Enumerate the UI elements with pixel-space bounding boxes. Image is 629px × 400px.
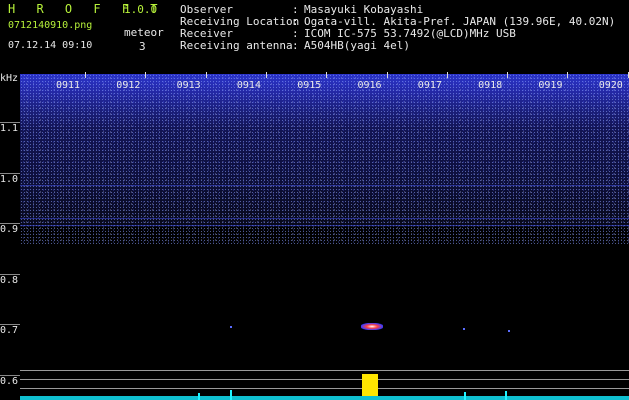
time-tick xyxy=(205,72,207,78)
time-tick xyxy=(85,72,86,78)
time-tick xyxy=(507,72,509,78)
frequency-label: 1.1 xyxy=(0,123,19,134)
meteor-echo xyxy=(361,323,383,330)
meteor-count: 3 xyxy=(139,40,146,53)
app-version: 1.0.0 xyxy=(124,3,158,16)
time-tick xyxy=(386,72,388,78)
signal-spike xyxy=(464,392,466,400)
frequency-tick xyxy=(0,324,20,325)
frequency-label: 1.0 xyxy=(0,173,19,185)
observer-value: Masayuki Kobayashi xyxy=(304,3,424,16)
time-label: 0917 xyxy=(417,80,442,91)
time-tick xyxy=(145,72,147,78)
signal-spike xyxy=(505,391,507,400)
frequency-label: 0.7 xyxy=(0,325,19,336)
meteor-trace xyxy=(230,326,232,328)
frequency-tick xyxy=(0,122,20,123)
time-tick xyxy=(265,72,267,78)
signal-baseline xyxy=(20,396,629,400)
receiver-value: ICOM IC-575 53.7492(@LCD)MHz USB xyxy=(304,27,516,40)
antenna-label: Receiving antenna xyxy=(180,39,293,52)
level-line xyxy=(20,379,629,380)
capture-filename: 0712140910.png xyxy=(8,20,93,31)
antenna-colon: : xyxy=(292,39,299,52)
time-label: 0911 xyxy=(56,80,81,91)
time-tick xyxy=(326,72,328,78)
meteor-label: meteor xyxy=(124,26,164,39)
time-tick xyxy=(567,72,569,78)
location-label: Receiving Location xyxy=(180,15,300,28)
capture-datetime: 07.12.14 09:10 xyxy=(8,40,93,51)
antenna-value: A504HB(yagi 4el) xyxy=(304,39,410,52)
time-label: 0912 xyxy=(116,80,141,91)
y-axis-unit: kHz xyxy=(0,73,19,84)
time-label: 0915 xyxy=(297,80,322,91)
level-line xyxy=(20,388,629,389)
spectrogram xyxy=(20,72,629,400)
time-label: 0918 xyxy=(478,80,503,91)
meteor-trace xyxy=(508,330,510,332)
time-label: 0920 xyxy=(598,80,623,91)
frequency-tick xyxy=(0,374,20,376)
time-tick xyxy=(446,72,448,78)
receiver-colon: : xyxy=(292,27,299,40)
frequency-tick xyxy=(0,273,20,275)
meteor-trace xyxy=(463,328,465,330)
time-label: 0919 xyxy=(538,80,563,91)
frequency-label: 0.8 xyxy=(0,274,19,286)
level-line xyxy=(20,370,629,371)
time-label: 0916 xyxy=(357,80,382,91)
location-value: Ogata-vill. Akita-Pref. JAPAN (139.96E, … xyxy=(304,15,616,28)
frequency-tick xyxy=(0,223,20,224)
frequency-label: 0.9 xyxy=(0,224,19,235)
time-label: 0913 xyxy=(176,80,201,91)
frequency-tick xyxy=(0,172,20,174)
location-colon: : xyxy=(292,15,299,28)
header-panel: H R O F F T 1.0.0 0712140910.png 07.12.1… xyxy=(0,0,629,72)
signal-spike xyxy=(230,390,232,400)
time-label: 0914 xyxy=(236,80,261,91)
signal-spike xyxy=(198,393,200,400)
observer-label: Observer xyxy=(180,3,233,16)
receiver-label: Receiver xyxy=(180,27,233,40)
frequency-label: 0.6 xyxy=(0,375,19,387)
observer-colon: : xyxy=(292,3,299,16)
